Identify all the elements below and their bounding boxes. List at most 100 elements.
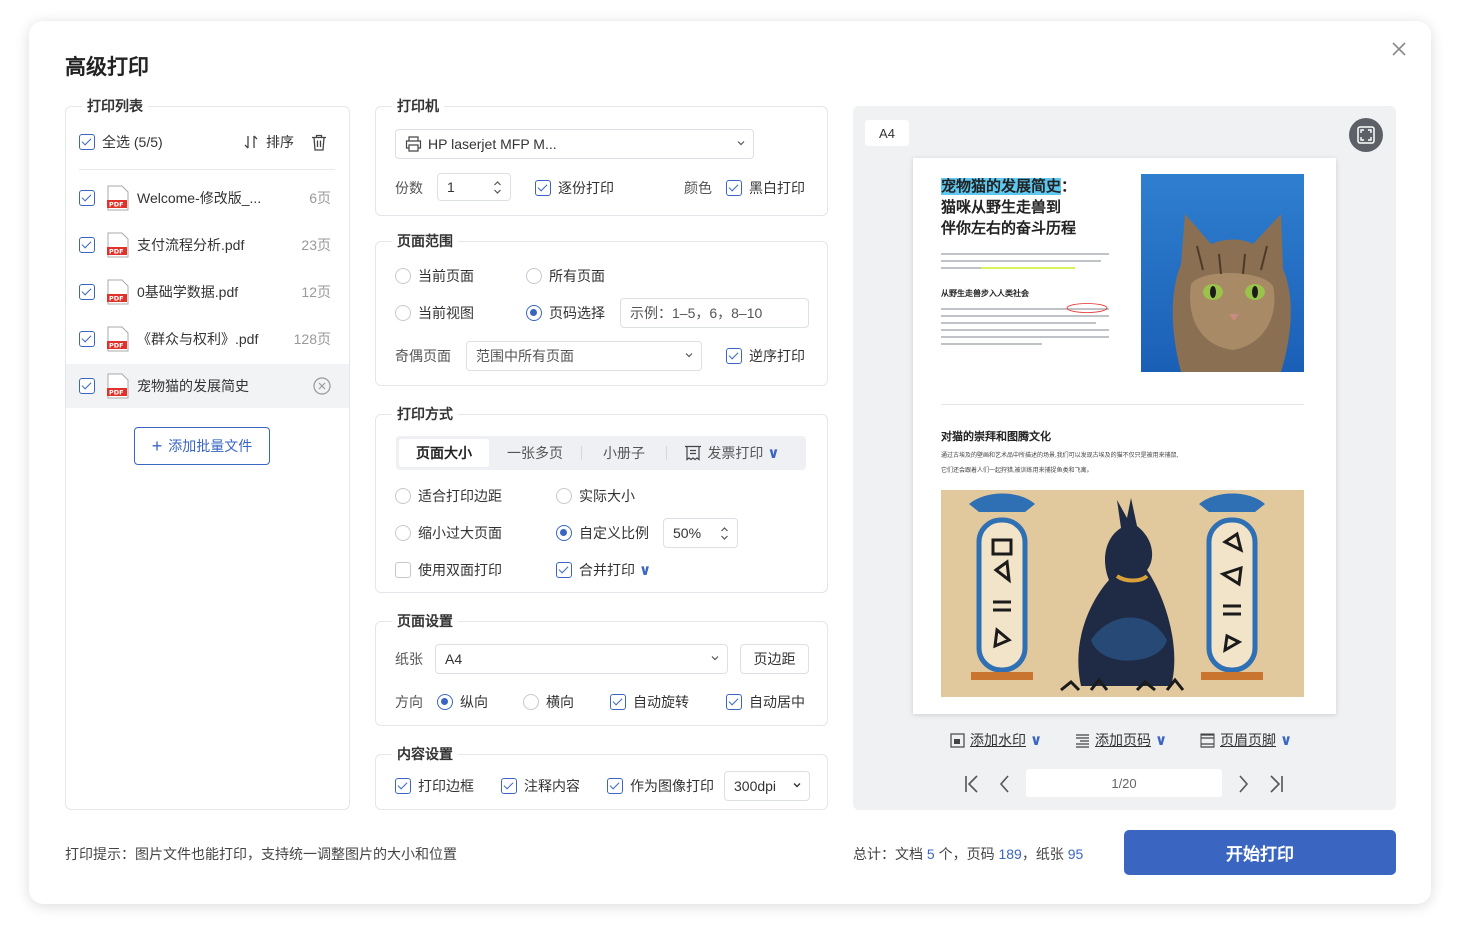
tab-booklet[interactable]: 小册子 bbox=[582, 439, 666, 467]
copies-stepper[interactable]: 1 bbox=[437, 173, 511, 201]
duplex-box[interactable] bbox=[395, 562, 411, 578]
all-pages-radio[interactable]: 所有页面 bbox=[526, 262, 605, 290]
egyptian-cat-art bbox=[941, 490, 1304, 697]
radio-page-select[interactable] bbox=[526, 305, 542, 321]
file-name: 《群众与权利》.pdf bbox=[137, 331, 259, 347]
current-view-radio[interactable]: 当前视图 bbox=[395, 299, 474, 327]
next-page-icon[interactable] bbox=[1236, 770, 1250, 798]
file-pages: 6页 bbox=[309, 190, 331, 206]
bw-checkbox[interactable]: 黑白打印 bbox=[726, 174, 805, 202]
file-row-0[interactable]: PDF Welcome-修改版_... 6页 bbox=[66, 176, 349, 220]
color-label: 颜色 bbox=[684, 180, 712, 196]
bw-box[interactable] bbox=[726, 180, 742, 196]
auto-center-box[interactable] bbox=[726, 694, 742, 710]
preview-page: 宠物猫的发展简史： 猫咪从野生走兽到 伴你左右的奋斗历程 从野生走兽步入人类社会 bbox=[913, 158, 1336, 714]
radio-current-page[interactable] bbox=[395, 268, 411, 284]
chevron-down-icon[interactable]: ∨ bbox=[639, 561, 651, 579]
file-checkbox[interactable] bbox=[79, 284, 95, 300]
tab-label: 页面大小 bbox=[416, 445, 472, 461]
add-batch-files-button[interactable]: + 添加批量文件 bbox=[134, 427, 270, 465]
file-checkbox[interactable] bbox=[79, 190, 95, 206]
chevron-down-icon bbox=[711, 656, 719, 661]
tab-invoice[interactable]: 发票打印 ∨ bbox=[667, 439, 797, 467]
tab-label: 发票打印 bbox=[707, 445, 764, 461]
collate-checkbox[interactable]: 逐份打印 bbox=[535, 174, 614, 202]
collate-box[interactable] bbox=[535, 180, 551, 196]
page-select-radio[interactable]: 页码选择 bbox=[526, 299, 605, 327]
landscape-radio[interactable]: 横向 bbox=[523, 688, 574, 716]
merge-box[interactable] bbox=[556, 562, 572, 578]
file-row-1[interactable]: PDF 支付流程分析.pdf 23页 bbox=[66, 223, 349, 267]
radio-all-pages[interactable] bbox=[526, 268, 542, 284]
radio-shrink[interactable] bbox=[395, 525, 411, 541]
as-image-checkbox[interactable]: 作为图像打印 bbox=[607, 772, 714, 800]
header-footer-icon bbox=[1200, 733, 1215, 748]
prev-page-icon[interactable] bbox=[998, 770, 1012, 798]
radio-current-view[interactable] bbox=[395, 305, 411, 321]
file-checkbox[interactable] bbox=[79, 237, 95, 253]
radio-actual-size[interactable] bbox=[556, 488, 572, 504]
select-all-checkbox[interactable] bbox=[79, 134, 95, 150]
file-row-3[interactable]: PDF 《群众与权利》.pdf 128页 bbox=[66, 317, 349, 361]
margins-button[interactable]: 页边距 bbox=[740, 644, 809, 674]
as-image-box[interactable] bbox=[607, 778, 623, 794]
merge-checkbox[interactable]: 合并打印 ∨ bbox=[556, 556, 651, 584]
border-box[interactable] bbox=[395, 778, 411, 794]
reverse-checkbox[interactable]: 逆序打印 bbox=[726, 342, 805, 370]
totals-sheets: 95 bbox=[1067, 846, 1084, 862]
auto-rotate-checkbox[interactable]: 自动旋转 bbox=[610, 688, 689, 716]
reverse-box[interactable] bbox=[726, 348, 742, 364]
start-print-button[interactable]: 开始打印 bbox=[1124, 830, 1396, 875]
stepper-arrows-icon[interactable] bbox=[493, 180, 502, 195]
fullscreen-icon[interactable] bbox=[1348, 117, 1384, 153]
radio-landscape[interactable] bbox=[523, 694, 539, 710]
actual-size-radio[interactable]: 实际大小 bbox=[556, 482, 635, 510]
file-row-2[interactable]: PDF 0基础学数据.pdf 12页 bbox=[66, 270, 349, 314]
add-page-number-tool[interactable]: 添加页码 ∨ bbox=[1075, 730, 1167, 750]
radio-fit-margin[interactable] bbox=[395, 488, 411, 504]
auto-rotate-box[interactable] bbox=[610, 694, 626, 710]
close-icon[interactable] bbox=[1389, 39, 1409, 59]
printer-select[interactable]: HP laserjet MFP M... bbox=[395, 129, 754, 159]
border-checkbox[interactable]: 打印边框 bbox=[395, 772, 474, 800]
page-divider bbox=[941, 404, 1304, 405]
custom-scale-radio[interactable]: 自定义比例 bbox=[556, 519, 649, 547]
pdf-file-icon: PDF bbox=[107, 185, 129, 211]
page-range-legend: 页面范围 bbox=[392, 232, 458, 250]
trash-icon[interactable] bbox=[311, 134, 327, 151]
portrait-radio[interactable]: 纵向 bbox=[437, 688, 488, 716]
page-range-input[interactable]: 示例：1–5，6，8–10 bbox=[620, 298, 809, 328]
radio-custom-scale[interactable] bbox=[556, 525, 572, 541]
sort-button[interactable]: 排序 bbox=[243, 128, 294, 156]
last-page-icon[interactable] bbox=[1267, 770, 1285, 798]
margins-label: 页边距 bbox=[753, 651, 796, 667]
file-row-4[interactable]: PDF 宠物猫的发展简史 bbox=[66, 364, 349, 408]
add-watermark-tool[interactable]: 添加水印 ∨ bbox=[950, 730, 1042, 750]
file-name: 宠物猫的发展简史 bbox=[137, 378, 249, 394]
remove-file-icon[interactable] bbox=[313, 377, 331, 395]
file-checkbox[interactable] bbox=[79, 378, 95, 394]
add-watermark-label: 添加水印 bbox=[970, 732, 1026, 748]
odd-even-select[interactable]: 范围中所有页面 bbox=[466, 341, 702, 371]
duplex-checkbox[interactable]: 使用双面打印 bbox=[395, 556, 502, 584]
pdf-file-icon: PDF bbox=[107, 326, 129, 352]
auto-center-checkbox[interactable]: 自动居中 bbox=[726, 688, 805, 716]
annotations-box[interactable] bbox=[501, 778, 517, 794]
shrink-radio[interactable]: 缩小过大页面 bbox=[395, 519, 502, 547]
advanced-print-dialog: 高级打印 打印列表 全选 (5/5) 排序 PDF Welcome-修改版_..… bbox=[29, 21, 1431, 904]
dpi-select[interactable]: 300dpi bbox=[724, 771, 810, 801]
tab-multi-page[interactable]: 一张多页 bbox=[489, 439, 581, 467]
header-footer-tool[interactable]: 页眉页脚 ∨ bbox=[1200, 730, 1292, 750]
select-all-row[interactable]: 全选 (5/5) bbox=[79, 128, 163, 156]
file-checkbox[interactable] bbox=[79, 331, 95, 347]
paper-select[interactable]: A4 bbox=[435, 644, 728, 674]
annotations-checkbox[interactable]: 注释内容 bbox=[501, 772, 580, 800]
tab-page-size[interactable]: 页面大小 bbox=[399, 439, 489, 467]
scale-stepper[interactable]: 50% bbox=[663, 518, 738, 548]
fit-margin-radio[interactable]: 适合打印边距 bbox=[395, 482, 502, 510]
radio-portrait[interactable] bbox=[437, 694, 453, 710]
page-indicator[interactable]: 1/20 bbox=[1026, 769, 1222, 797]
current-page-radio[interactable]: 当前页面 bbox=[395, 262, 474, 290]
first-page-icon[interactable] bbox=[963, 770, 981, 798]
stepper-arrows-icon[interactable] bbox=[720, 526, 729, 541]
